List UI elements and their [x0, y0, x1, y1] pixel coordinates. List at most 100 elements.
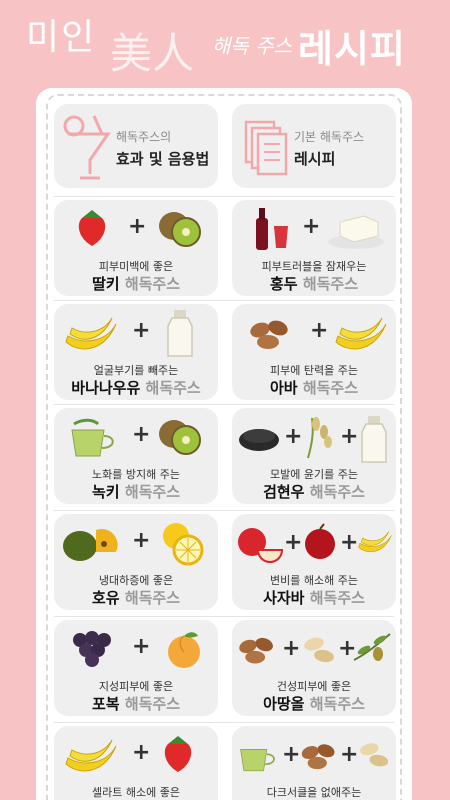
- apple-icon: [238, 528, 284, 563]
- recipe-suffix: 해독주스: [124, 483, 181, 501]
- peanut-icon: [304, 637, 334, 663]
- recipe-sub: 얼굴부기를 빼주는: [93, 364, 179, 377]
- title-hanja: 美人: [110, 29, 195, 78]
- recipe-tile[interactable]: + + 모발에 윤기를 주는 검현우 해독주스: [232, 408, 396, 504]
- header: 미인 美人 해독 주스 레시피: [0, 0, 450, 88]
- recipe-tile[interactable]: + 얼굴부기를 빼주는 바나나우유 해독주스: [54, 304, 218, 400]
- banana-icon: [65, 317, 117, 350]
- recipe-tile[interactable]: + 피부미백에 좋은 딸키 해독주스: [54, 200, 218, 296]
- banana-icon: [65, 739, 117, 772]
- row-divider: [54, 300, 394, 301]
- grape-icon: [73, 631, 111, 667]
- green-tea-icon: [71, 418, 114, 457]
- yuzu-icon: [163, 523, 204, 566]
- recipe-tile[interactable]: + + 건성피부에 좋은 아땅올 해독주스: [232, 620, 396, 716]
- recipe-title: 호유 해독주스: [54, 587, 218, 608]
- black-sesame-icon: [239, 429, 279, 451]
- kiwi-icon: [159, 420, 201, 455]
- recipe-tile[interactable]: + 지성피부에 좋은 포복 해독주스: [54, 620, 218, 716]
- recipe-title: 검현우 해독주스: [232, 481, 396, 502]
- title-script: 해독 주스: [212, 34, 292, 58]
- tofu-icon: [328, 215, 384, 249]
- almond-icon: [239, 637, 273, 664]
- pumpkin-icon: [63, 528, 118, 561]
- juice-glass-icon: [63, 115, 111, 180]
- plus-icon: +: [132, 740, 151, 765]
- recipe-sub: 변비를 해소해 주는: [270, 574, 358, 587]
- plum-icon: [305, 523, 335, 559]
- tile-effects-big: 효과 및 음용법: [116, 150, 210, 168]
- tile-basic-recipe[interactable]: 기본 해독주스 레시피: [232, 104, 396, 188]
- recipe-suffix: 해독주스: [302, 379, 359, 397]
- plus-icon: +: [132, 422, 151, 447]
- recipe-name: 딸키: [91, 275, 120, 293]
- recipe-sub: 모발에 윤기를 주는: [270, 468, 358, 481]
- plus-icon: +: [132, 528, 151, 553]
- brown-rice-icon: [307, 417, 332, 459]
- tile-effects[interactable]: 해독주스의 효과 및 음용법: [54, 104, 218, 188]
- olive-icon: [353, 633, 391, 661]
- almond-icon: [301, 744, 335, 770]
- recipe-sub: 냉대하증에 좋은: [98, 574, 174, 587]
- plus-icon: +: [284, 530, 303, 555]
- recipe-title: 홍두 해독주스: [232, 273, 396, 294]
- recipe-name: 아바: [269, 379, 298, 397]
- recipe-tile[interactable]: + + 변비를 해소해 주는 사자바 해독주스: [232, 514, 396, 610]
- recipe-tile[interactable]: + 셀라트 해소에 좋은: [54, 726, 218, 800]
- recipe-suffix: 해독주스: [309, 695, 365, 713]
- peanut-icon: [360, 743, 389, 767]
- recipe-tile[interactable]: + 냉대하증에 좋은 호유 해독주스: [54, 514, 218, 610]
- recipe-suffix: 해독주스: [302, 275, 359, 293]
- row-divider: [54, 722, 394, 723]
- row-divider: [54, 510, 394, 511]
- red-ginseng-icon: [256, 208, 288, 250]
- strawberry-icon: [164, 736, 192, 772]
- recipe-suffix: 해독주스: [124, 695, 181, 713]
- title-mi: 미인: [26, 17, 97, 58]
- recipe-name: 포복: [91, 695, 120, 713]
- recipe-tile[interactable]: + 노화를 방지해 주는 녹키 해독주스: [54, 408, 218, 504]
- plus-icon: +: [302, 214, 321, 239]
- peach-icon: [168, 632, 200, 668]
- plus-icon: +: [132, 634, 151, 659]
- recipe-name: 홍두: [269, 275, 298, 293]
- tile-effects-small: 해독주스의: [116, 130, 172, 144]
- recipe-suffix: 해독주스: [124, 589, 181, 607]
- recipe-sub: 지성피부에 좋은: [98, 680, 174, 693]
- recipe-tile[interactable]: + 피부에 탄력을 주는 아바 해독주스: [232, 304, 396, 400]
- recipe-sub: 피부미백에 좋은: [98, 260, 174, 273]
- recipe-tile[interactable]: + + 다크서클을 없애주는: [232, 726, 396, 800]
- recipe-name: 녹키: [91, 483, 120, 501]
- green-tea-icon: [240, 749, 275, 772]
- document-stack-icon: [244, 120, 288, 176]
- plus-icon: +: [282, 636, 301, 661]
- recipe-suffix: 해독주스: [309, 483, 365, 501]
- recipe-sub: 건성피부에 좋은: [276, 680, 352, 693]
- recipe-suffix: 해독주스: [309, 589, 365, 607]
- recipe-sub: 다크서클을 없애주는: [266, 786, 362, 799]
- plus-icon: +: [340, 424, 359, 449]
- recipe-name: 아땅올: [263, 695, 305, 713]
- plus-icon: +: [128, 214, 147, 239]
- title-recipe: 레시피: [298, 27, 406, 71]
- recipe-title: 포복 해독주스: [54, 693, 218, 714]
- recipe-suffix: 해독주스: [145, 379, 201, 397]
- recipe-sub: 셀라트 해소에 좋은: [92, 786, 180, 799]
- plus-icon: +: [284, 424, 303, 449]
- recipe-title: 아바 해독주스: [232, 377, 396, 398]
- recipe-name: 바나나우유: [71, 379, 141, 397]
- recipe-suffix: 해독주스: [124, 275, 181, 293]
- row-divider: [54, 404, 394, 405]
- recipe-sub: 피부트러블을 잠재우는: [261, 260, 367, 273]
- banana-icon: [358, 531, 392, 553]
- banana-icon: [335, 317, 387, 350]
- plus-icon: +: [132, 318, 151, 343]
- strawberry-icon: [78, 210, 106, 246]
- recipe-name: 호유: [91, 589, 120, 607]
- milk-bottle-icon: [167, 310, 193, 357]
- recipe-tile[interactable]: + 피부트러블을 잠재우는 홍두 해독주스: [232, 200, 396, 296]
- row-divider: [54, 196, 394, 197]
- kiwi-icon: [159, 212, 201, 247]
- milk-bottle-icon: [361, 416, 387, 463]
- recipe-title: 녹키 해독주스: [54, 481, 218, 502]
